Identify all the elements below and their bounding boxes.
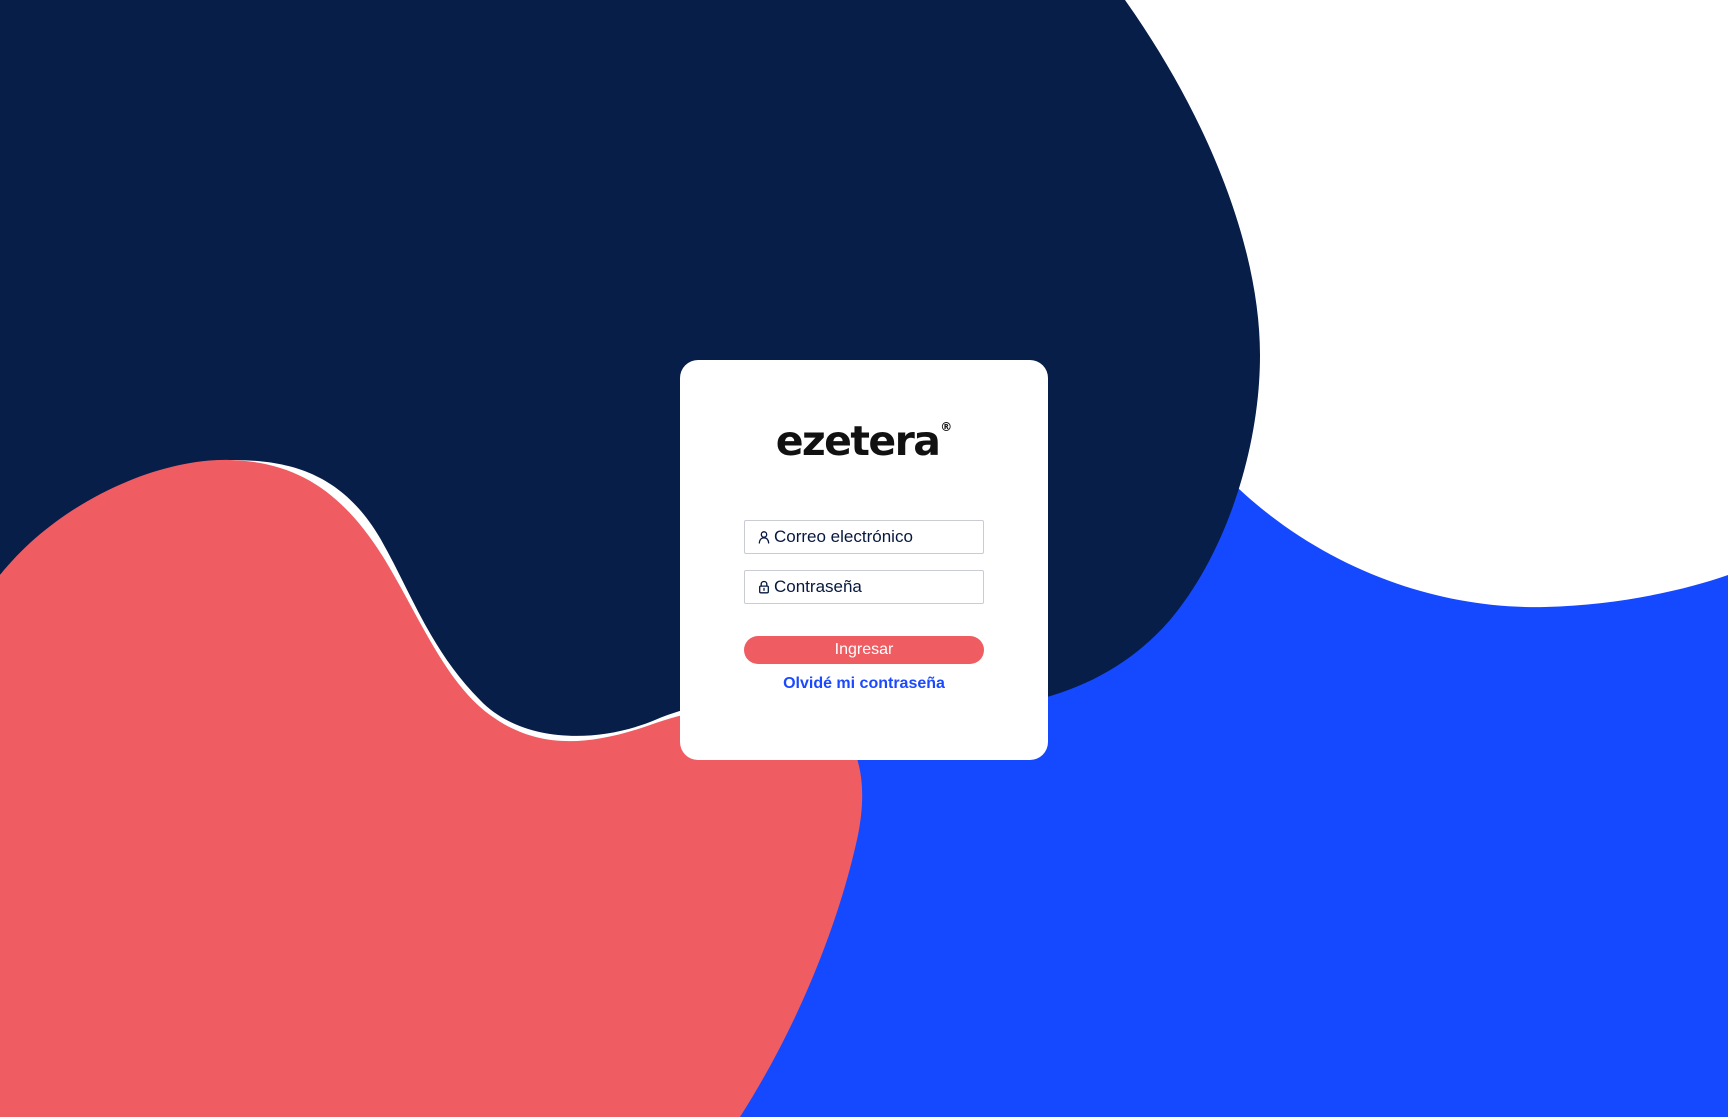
forgot-password-link[interactable]: Olvidé mi contraseña — [680, 674, 1048, 694]
email-input[interactable] — [774, 521, 979, 553]
login-screen: ezetera® Ingresar Olvidé mi contraseña — [0, 0, 1728, 1117]
login-button[interactable]: Ingresar — [744, 636, 984, 664]
ezetera-logo: ezetera® — [680, 420, 1048, 462]
email-field[interactable] — [744, 520, 984, 554]
password-field[interactable] — [744, 570, 984, 604]
password-input[interactable] — [774, 571, 979, 603]
lock-icon — [759, 580, 769, 594]
brand-wordmark: ezetera — [775, 417, 941, 465]
user-icon — [758, 531, 770, 544]
registered-mark: ® — [940, 420, 953, 434]
login-card: ezetera® Ingresar Olvidé mi contraseña — [680, 360, 1048, 760]
